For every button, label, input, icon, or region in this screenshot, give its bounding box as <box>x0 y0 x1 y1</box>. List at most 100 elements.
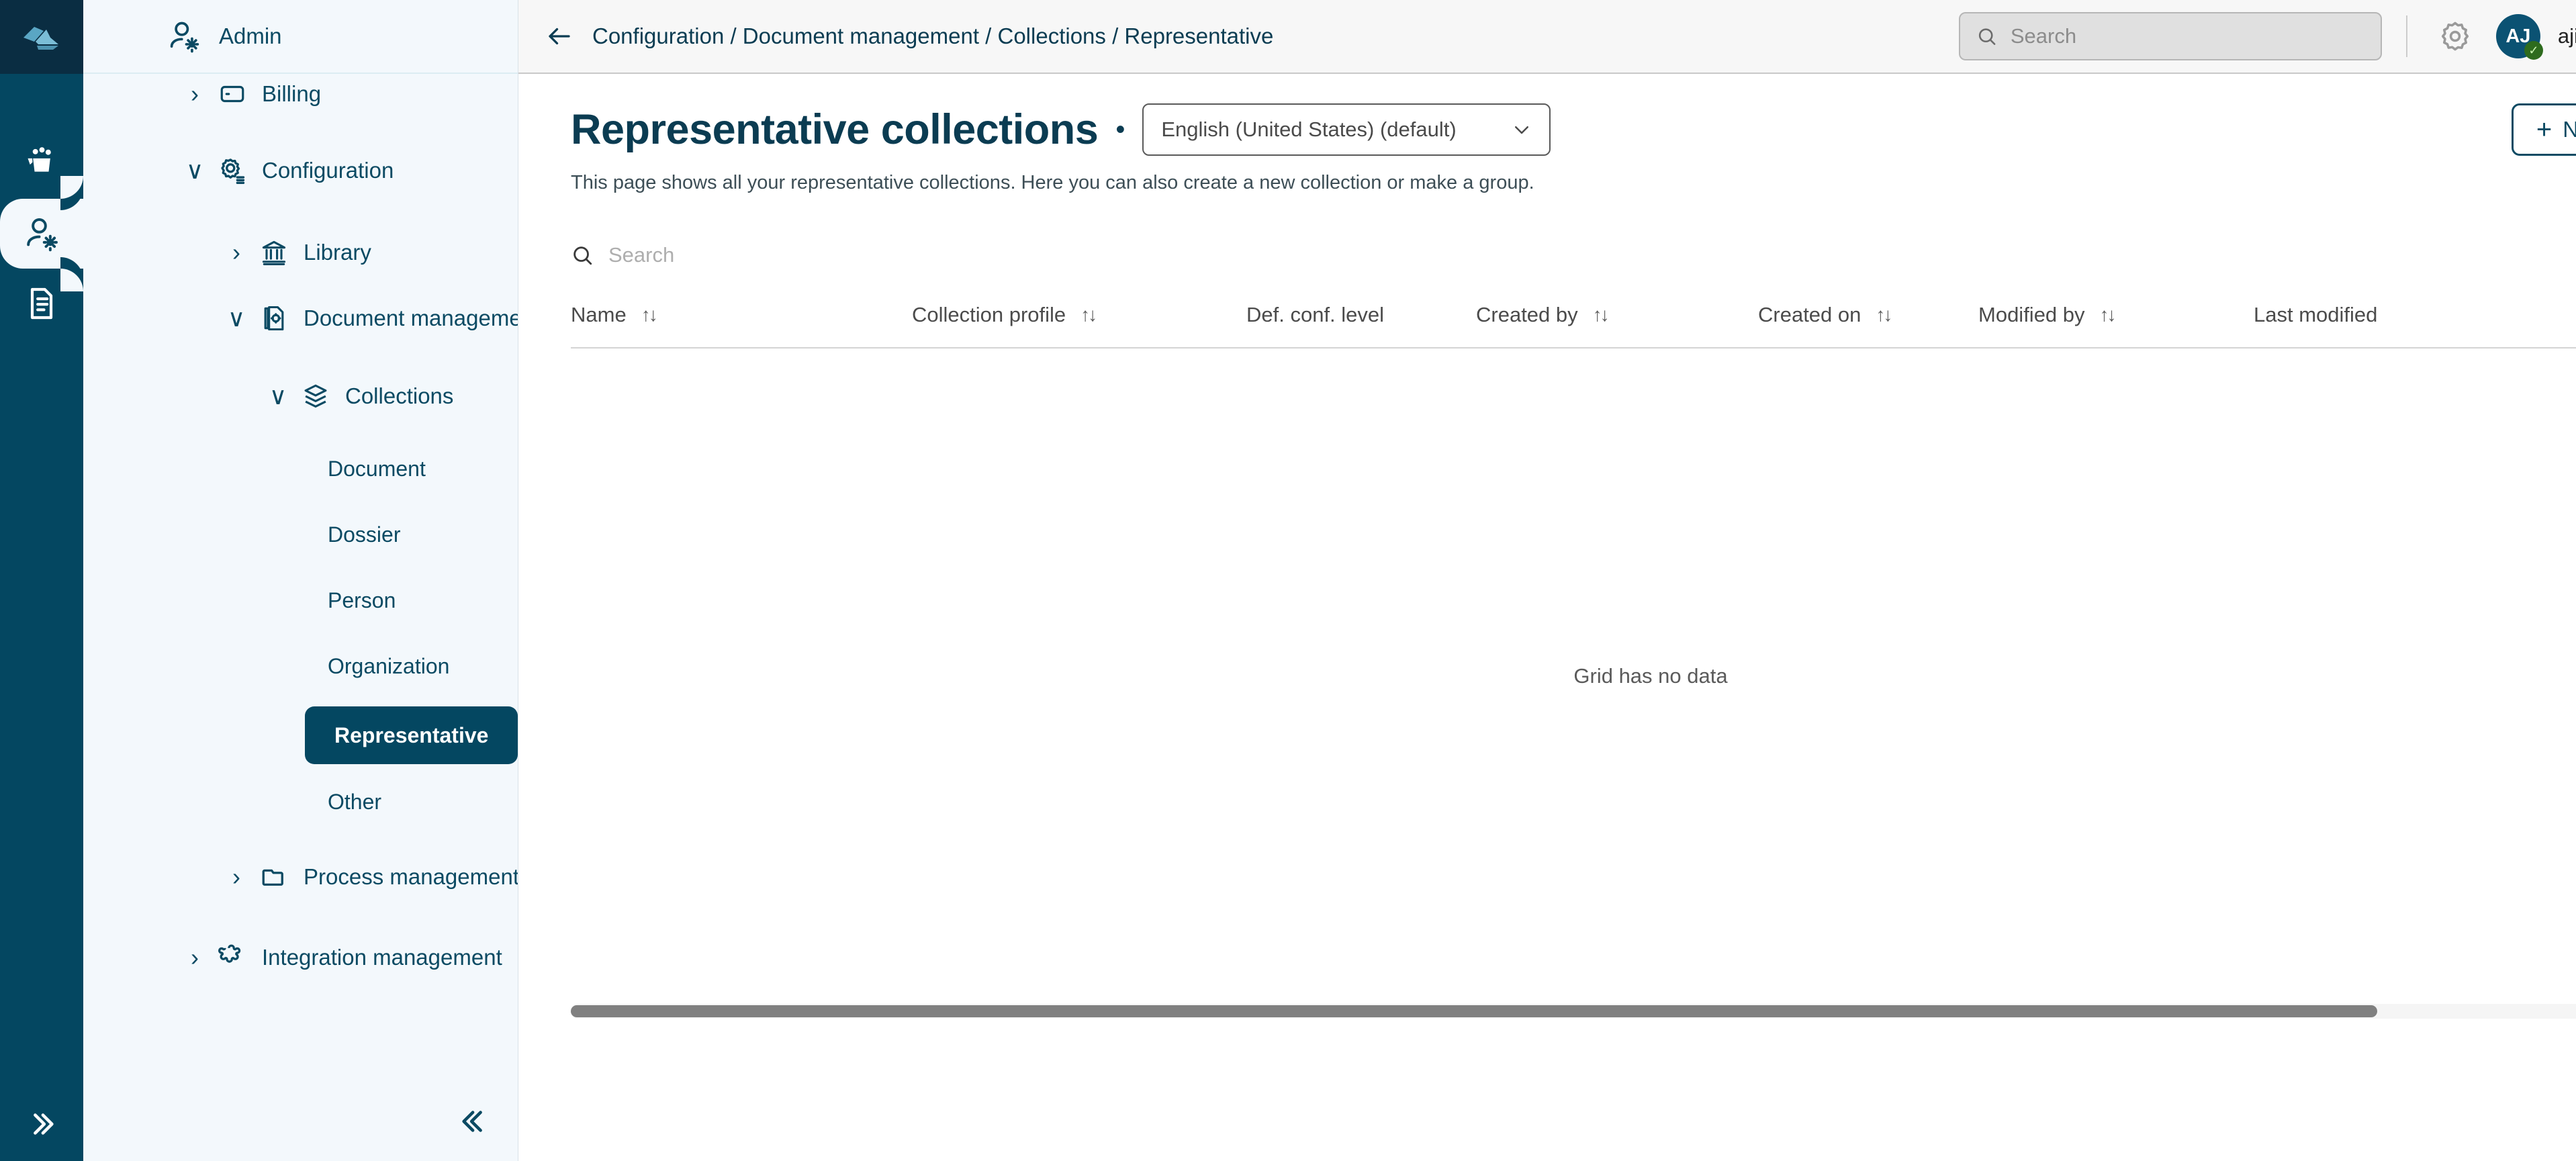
global-search-input[interactable] <box>2011 24 2364 48</box>
sidebar: Admin › Billing ∨ Configur <box>83 0 518 1161</box>
sidebar-tree: › Billing ∨ Configuration › <box>83 70 518 982</box>
arrow-left-icon <box>545 22 573 50</box>
rail-expand-button[interactable] <box>0 1087 83 1161</box>
sidebar-item-label: Configuration <box>262 158 394 183</box>
column-header-last-modified[interactable]: Last modified <box>2254 280 2576 348</box>
sort-icon[interactable]: ↑↓ <box>1080 304 1095 326</box>
sidebar-header: Admin <box>83 0 518 74</box>
grid-search[interactable] <box>571 243 2576 267</box>
page-header: Representative collections • English (Un… <box>571 103 2576 156</box>
rail-item-list <box>0 74 83 338</box>
top-bar: Configuration / Document management / Co… <box>518 0 2576 74</box>
page-content: Representative collections • English (Un… <box>518 74 2576 1161</box>
sidebar-item-library[interactable]: › Library <box>83 228 518 277</box>
icon-rail <box>0 0 83 1161</box>
folder-icon <box>254 863 294 891</box>
user-name[interactable]: ajinkya bhakare <box>2558 24 2576 48</box>
puzzle-icon <box>212 943 252 972</box>
cube-logo-icon <box>21 21 62 52</box>
sidebar-item-other[interactable]: Other <box>305 776 404 827</box>
language-select[interactable]: English (United States) (default) <box>1142 103 1551 156</box>
chevron-down-icon[interactable]: ∨ <box>261 382 295 410</box>
user-gear-icon <box>167 19 201 54</box>
column-header-name[interactable]: Name ↑↓ <box>571 280 912 348</box>
sidebar-item-integration-management[interactable]: › Integration management <box>83 933 518 982</box>
sidebar-item-label: Billing <box>262 81 321 107</box>
page-title: Representative collections <box>571 105 1098 154</box>
sidebar-item-organization[interactable]: Organization <box>305 641 472 692</box>
rail-item-documents[interactable] <box>0 269 83 338</box>
chevron-right-icon[interactable]: › <box>177 943 212 972</box>
column-label: Modified by <box>1978 303 2085 327</box>
back-button[interactable] <box>544 22 575 50</box>
sidebar-item-billing[interactable]: › Billing <box>83 70 518 118</box>
global-search[interactable] <box>1959 12 2382 60</box>
column-label: Name <box>571 303 627 327</box>
sidebar-item-dossier[interactable]: Dossier <box>305 509 423 560</box>
grid-toolbar: Total: 0 <box>571 230 2576 280</box>
sidebar-item-person[interactable]: Person <box>305 575 418 626</box>
bank-icon <box>254 238 294 267</box>
avatar[interactable]: AJ ✓ <box>2496 14 2540 58</box>
new-collection-button[interactable]: + New collection <box>2512 103 2576 156</box>
column-header-collection-profile[interactable]: Collection profile ↑↓ <box>912 280 1246 348</box>
chevron-right-icon[interactable]: › <box>219 238 254 267</box>
chevron-down-icon <box>1512 120 1532 140</box>
breadcrumb[interactable]: Configuration / Document management / Co… <box>592 24 1273 49</box>
sidebar-leaf-label: Dossier <box>328 522 400 547</box>
table-header: Name ↑↓ Collection profile ↑↓ Def. conf. l… <box>571 280 2576 348</box>
card-icon <box>212 80 252 108</box>
title-bullet: • <box>1115 116 1125 143</box>
gear-icon <box>2438 19 2472 53</box>
topbar-divider <box>2406 15 2407 57</box>
main-area: Configuration / Document management / Co… <box>518 0 2576 1161</box>
scrollbar-thumb[interactable] <box>571 1005 2377 1017</box>
language-select-value: English (United States) (default) <box>1161 118 1456 142</box>
column-header-modified-by[interactable]: Modified by ↑↓ <box>1978 280 2254 348</box>
column-label: Collection profile <box>912 303 1066 327</box>
rail-item-admin[interactable] <box>0 199 83 269</box>
sidebar-leaf-label: Person <box>328 588 396 613</box>
sort-icon[interactable]: ↑↓ <box>1876 304 1890 326</box>
sidebar-item-label: Integration management <box>262 945 502 970</box>
online-status-badge: ✓ <box>2524 41 2543 60</box>
sort-icon[interactable]: ↑↓ <box>2100 304 2115 326</box>
chevron-down-icon[interactable]: ∨ <box>177 156 212 185</box>
column-header-def-conf-level[interactable]: Def. conf. level <box>1246 280 1476 348</box>
grid-empty-message: Grid has no data <box>571 349 2576 1004</box>
column-label: Def. conf. level <box>1246 303 1384 327</box>
sidebar-item-label: Process management <box>304 864 518 890</box>
chevron-double-right-icon <box>26 1109 57 1140</box>
sidebar-item-label: Document management <box>304 306 518 331</box>
horizontal-scrollbar[interactable] <box>571 1004 2576 1019</box>
sidebar-item-document[interactable]: Document <box>305 443 449 494</box>
column-label: Created on <box>1758 303 1861 327</box>
sort-icon[interactable]: ↑↓ <box>1593 304 1608 326</box>
sidebar-item-process-management[interactable]: › Process management <box>83 853 518 901</box>
sidebar-item-configuration[interactable]: ∨ Configuration <box>83 146 518 195</box>
chevron-down-icon[interactable]: ∨ <box>219 304 254 332</box>
sidebar-leaf-label: Document <box>328 457 426 481</box>
chevron-right-icon[interactable]: › <box>177 80 212 108</box>
collections-table: Name ↑↓ Collection profile ↑↓ Def. conf. l… <box>571 280 2576 349</box>
sort-icon[interactable]: ↑↓ <box>641 304 656 326</box>
sidebar-collapse-button[interactable] <box>451 1098 498 1145</box>
document-list-icon <box>23 285 60 322</box>
sidebar-item-document-management[interactable]: ∨ Document management <box>83 294 518 342</box>
plus-icon: + <box>2536 119 2552 140</box>
chevron-right-icon[interactable]: › <box>219 863 254 891</box>
column-label: Created by <box>1476 303 1578 327</box>
column-label: Last modified <box>2254 303 2377 327</box>
layers-icon <box>295 382 336 410</box>
sidebar-item-representative[interactable]: Representative <box>305 706 518 764</box>
column-header-created-by[interactable]: Created by ↑↓ <box>1476 280 1758 348</box>
sidebar-item-collections[interactable]: ∨ Collections <box>83 372 518 420</box>
table-header-row: Name ↑↓ Collection profile ↑↓ Def. conf. l… <box>571 280 2576 348</box>
grid-search-input[interactable] <box>608 243 944 267</box>
chevron-double-left-icon <box>459 1106 490 1137</box>
app-logo[interactable] <box>0 0 83 74</box>
column-header-created-on[interactable]: Created on ↑↓ <box>1758 280 1978 348</box>
sidebar-item-label: Library <box>304 240 371 265</box>
page-description: This page shows all your representative … <box>571 172 2576 194</box>
settings-button[interactable] <box>2432 19 2479 53</box>
